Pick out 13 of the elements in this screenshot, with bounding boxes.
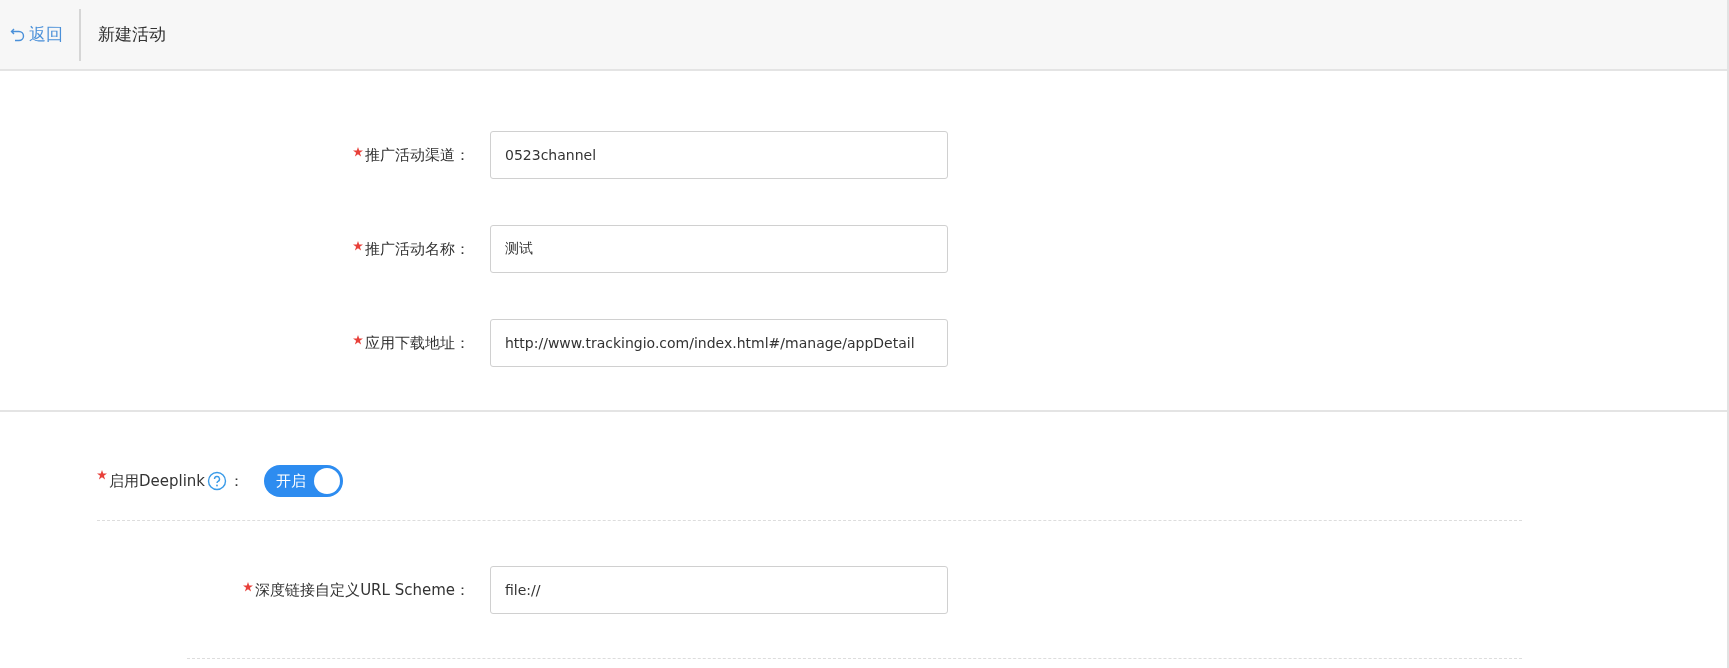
field-label: 深度链接自定义URL Scheme： — [255, 580, 470, 600]
undo-arrow-icon — [10, 26, 26, 43]
field-label: 启用Deeplink — [109, 471, 206, 491]
label-colon: ： — [229, 471, 245, 491]
help-icon[interactable] — [207, 471, 228, 491]
input-field[interactable]: 0523channel — [490, 131, 948, 179]
field-label: 推广活动名称： — [365, 239, 470, 259]
input-field[interactable]: http://www.trackingio.com/index.html#/manage/appDetail — [490, 319, 948, 367]
input-field[interactable]: file:// — [490, 566, 948, 614]
page-title: 新建活动 — [98, 23, 166, 46]
field-label: 推广活动渠道： — [365, 145, 470, 165]
field-label: 应用下载地址： — [365, 333, 470, 353]
input-field[interactable]: 测试 — [490, 225, 948, 273]
